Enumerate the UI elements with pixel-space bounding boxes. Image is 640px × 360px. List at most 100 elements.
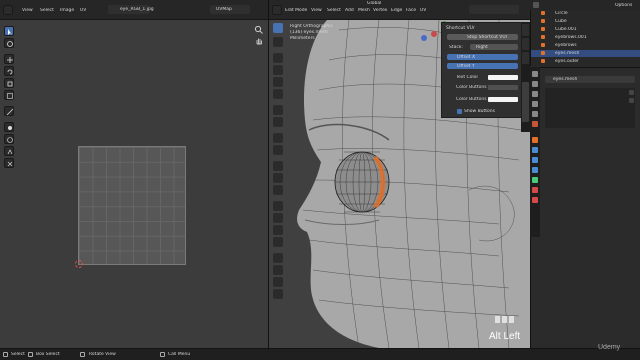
vp-toolbar xyxy=(273,23,283,299)
sidebar-panel: Shortcut VUr Stop Shortcut VUr Stack: Ri… xyxy=(441,22,523,118)
sidebar-tabs xyxy=(521,22,530,132)
properties-list[interactable] xyxy=(545,88,635,128)
color-buttons-active-swatch[interactable] xyxy=(488,97,518,102)
uv-menu-view[interactable]: View xyxy=(22,8,33,13)
offset-x-label: Offset X xyxy=(457,55,476,60)
properties-tabs xyxy=(530,67,540,237)
uvmap-name: UVMap xyxy=(216,7,232,12)
object-tab-icon[interactable] xyxy=(532,137,538,143)
uv-menu-select[interactable]: Select xyxy=(40,8,54,13)
object-icon xyxy=(541,19,545,23)
outliner-item-name: eyebrows xyxy=(555,43,577,48)
vp-menu-add[interactable]: Add xyxy=(345,8,354,13)
data-tab-icon[interactable] xyxy=(532,177,538,183)
unit-info: Millimeters xyxy=(290,36,315,41)
grab-tool-icon[interactable] xyxy=(4,122,14,132)
outliner-row[interactable]: Circle xyxy=(531,10,640,17)
rotate-tool-icon[interactable] xyxy=(4,66,14,76)
image-selector[interactable]: eye_RGB_1.jpg xyxy=(108,5,154,14)
select-tool-icon[interactable] xyxy=(4,26,14,36)
tab-view[interactable] xyxy=(522,52,529,64)
color-buttons-swatch[interactable] xyxy=(488,85,518,90)
outliner-row-selected[interactable]: eyes.mesh xyxy=(531,50,640,57)
output-tab-icon[interactable] xyxy=(532,91,538,97)
add-icon[interactable] xyxy=(629,90,634,95)
outliner-row[interactable]: eyes.outer xyxy=(531,58,640,65)
tool-tab-icon[interactable] xyxy=(532,71,538,77)
physics-tab-icon[interactable] xyxy=(532,167,538,173)
viewport-header: Edit Mode View Select Add Mesh Vertex Ed… xyxy=(268,0,530,20)
outliner-item-name: eyes.outer xyxy=(555,59,579,64)
image-name: eye_RGB_1.jpg xyxy=(120,7,154,12)
status-box-select: Box Select xyxy=(36,352,60,357)
uv-menu-image[interactable]: Image xyxy=(60,8,74,13)
relax-tool-icon[interactable] xyxy=(4,134,14,144)
uvmap-selector[interactable]: UVMap xyxy=(210,5,250,14)
object-name-field[interactable]: eyes.mesh xyxy=(545,76,635,83)
transform-tool-icon[interactable] xyxy=(4,90,14,100)
options-menu[interactable]: Options xyxy=(615,3,632,8)
stack-dropdown[interactable]: Right xyxy=(470,44,518,50)
render-tab-icon[interactable] xyxy=(532,81,538,87)
rip-tool-icon[interactable] xyxy=(4,158,14,168)
offset-y-field[interactable]: Offset Y xyxy=(447,63,518,69)
mode-selector[interactable]: Edit Mode xyxy=(285,8,307,13)
pinch-tool-icon[interactable] xyxy=(4,146,14,156)
2d-cursor[interactable] xyxy=(75,260,83,268)
remove-icon[interactable] xyxy=(629,98,634,103)
vp-menu-select[interactable]: Select xyxy=(327,8,341,13)
outliner-row[interactable]: eyebrows xyxy=(531,42,640,49)
vp-menu-edge[interactable]: Edge xyxy=(391,8,402,13)
stop-shortcut-button[interactable]: Stop Shortcut VUr xyxy=(447,34,518,40)
object-icon xyxy=(541,51,545,55)
vp-menu-mesh[interactable]: Mesh xyxy=(358,8,370,13)
offset-y-label: Offset Y xyxy=(457,64,475,69)
outliner-row[interactable]: Cube.001 xyxy=(531,26,640,33)
editor-type-icon[interactable] xyxy=(3,5,13,15)
editor-type-icon[interactable] xyxy=(272,5,282,15)
mouse-right-icon xyxy=(160,352,165,357)
outliner-item-name: Circle xyxy=(555,11,568,16)
text-color-swatch[interactable] xyxy=(488,75,518,80)
vp-menu-uv[interactable]: UV xyxy=(420,8,426,13)
outliner-row[interactable]: Cube xyxy=(531,18,640,25)
status-call-menu: Call Menu xyxy=(168,352,191,357)
uv-menu-uv[interactable]: UV xyxy=(80,8,86,13)
offset-x-field[interactable]: Offset X xyxy=(447,54,518,60)
texture-tab-icon[interactable] xyxy=(532,197,538,203)
scale-tool-icon[interactable] xyxy=(4,78,14,88)
zoom-icon[interactable] xyxy=(254,25,264,35)
modifier-tab-icon[interactable] xyxy=(532,147,538,153)
vp-menu-view[interactable]: View xyxy=(311,8,322,13)
show-buttons-checkbox[interactable] xyxy=(457,109,462,114)
outliner-item-name: Cube xyxy=(555,19,567,24)
tab-tool[interactable] xyxy=(522,38,529,50)
uv-editor-header: View Select Image UV eye_RGB_1.jpg UVMap xyxy=(0,0,268,20)
object-icon xyxy=(541,59,545,63)
vp-menu-face[interactable]: Face xyxy=(406,8,416,13)
annotate-tool-icon[interactable] xyxy=(4,106,14,116)
uv-image-grid[interactable] xyxy=(78,146,186,265)
key-overlay-text: Alt Left xyxy=(489,331,521,342)
scene-tab-icon[interactable] xyxy=(532,111,538,117)
move-tool-icon[interactable] xyxy=(4,54,14,64)
tab-shortcut-vur[interactable] xyxy=(522,82,529,122)
shading-buttons[interactable] xyxy=(469,5,519,14)
world-tab-icon[interactable] xyxy=(532,121,538,127)
object-name: eyes.mesh xyxy=(553,77,578,82)
pan-hand-icon[interactable] xyxy=(254,36,264,46)
view-layer-tab-icon[interactable] xyxy=(532,101,538,107)
tab-item[interactable] xyxy=(522,24,529,36)
outliner-row[interactable]: eyebrows.001 xyxy=(531,34,640,41)
uv-editor-area[interactable] xyxy=(0,20,268,348)
panel-header[interactable]: Shortcut VUr xyxy=(446,26,475,33)
object-icon xyxy=(541,11,545,15)
particles-tab-icon[interactable] xyxy=(532,157,538,163)
cursor-tool-icon[interactable] xyxy=(4,38,14,48)
editor-type-icon[interactable] xyxy=(533,2,539,8)
orientation-selector[interactable]: Global xyxy=(367,1,381,6)
key-indicator-icons xyxy=(495,316,514,323)
material-tab-icon[interactable] xyxy=(532,187,538,193)
mouse-left-icon xyxy=(3,352,8,357)
vp-menu-vertex[interactable]: Vertex xyxy=(373,8,387,13)
